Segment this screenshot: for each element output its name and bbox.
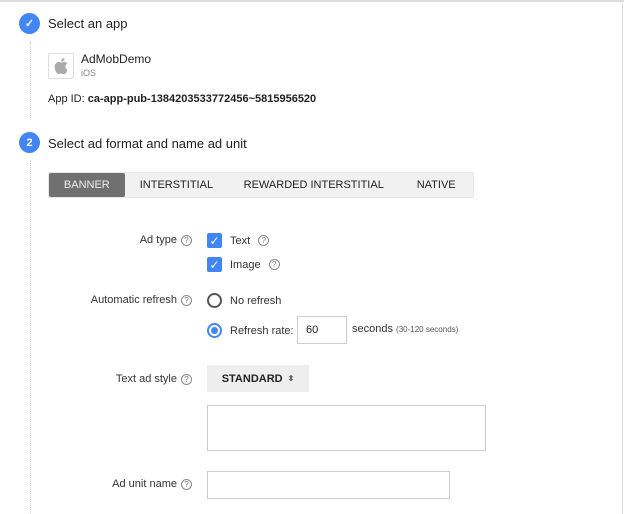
tab-banner[interactable]: BANNER [49,173,125,197]
step-2-badge: 2 [19,132,40,153]
ad-format-tabs: BANNER INTERSTITIAL REWARDED INTERSTITIA… [48,172,474,198]
text-ad-style-text: Text ad style [115,373,177,385]
radio-on-icon[interactable] [207,323,222,338]
ad-type-text: Ad type [139,234,177,246]
step-2-title: Select ad format and name ad unit [48,136,247,151]
text-ad-style-label: Text ad style? [116,373,192,385]
apple-icon [48,53,74,79]
text-ad-style-select[interactable]: STANDARD ⬍ [207,365,309,392]
sort-arrows-icon: ⬍ [287,374,295,383]
radio-no-refresh[interactable]: No refresh [207,293,281,308]
step-connector [30,160,31,514]
help-icon[interactable]: ? [258,235,270,246]
help-icon[interactable]: ? [181,294,192,306]
no-refresh-label: No refresh [230,294,282,307]
step-connector [30,42,31,120]
tab-rewarded-interstitial[interactable]: REWARDED INTERSTITIAL [228,173,399,197]
checkbox-checked-icon[interactable]: ✓ [207,257,222,272]
radio-off-icon[interactable] [207,293,222,308]
top-border [0,0,624,2]
help-icon[interactable]: ? [181,478,192,490]
seconds-row: seconds (30-120 seconds) [352,323,458,335]
app-id-value: ca-app-pub-1384203533772456~5815956520 [87,93,317,105]
help-icon[interactable]: ? [181,234,192,246]
checkbox-text-label: Text [230,234,251,247]
checkbox-image-label: Image [230,258,261,271]
checkbox-image[interactable]: ✓ Image? [207,257,280,272]
help-icon[interactable]: ? [181,373,192,385]
automatic-refresh-text: Automatic refresh [90,294,177,306]
automatic-refresh-label: Automatic refresh? [91,294,192,306]
refresh-rate-input[interactable]: 60 [297,316,347,344]
seconds-hint: (30-120 seconds) [396,325,459,334]
text-ad-style-value: STANDARD [221,372,283,385]
app-platform: iOS [81,68,97,78]
app-id-row: App ID: ca-app-pub-1384203533772456~5815… [48,93,316,105]
tab-native[interactable]: NATIVE [399,173,473,197]
app-name: AdMobDemo [81,52,152,66]
ad-unit-name-text: Ad unit name [112,478,177,490]
ad-unit-name-label: Ad unit name? [112,478,192,490]
checkbox-text[interactable]: ✓ Text? [207,233,270,248]
checkbox-checked-icon[interactable]: ✓ [207,233,222,248]
text-ad-style-preview [207,405,486,451]
tab-interstitial[interactable]: INTERSTITIAL [125,173,229,197]
step-1-title: Select an app [48,16,128,31]
app-id-label: App ID: [48,93,85,105]
ad-unit-name-input[interactable] [207,471,450,499]
seconds-label: seconds [352,323,393,335]
refresh-rate-label: Refresh rate: [230,324,294,337]
help-icon[interactable]: ? [268,259,280,270]
radio-refresh-rate[interactable]: Refresh rate: [207,323,294,338]
right-border [622,0,623,514]
ad-type-label: Ad type? [140,234,192,246]
step-1-check-icon: ✓ [19,13,40,34]
